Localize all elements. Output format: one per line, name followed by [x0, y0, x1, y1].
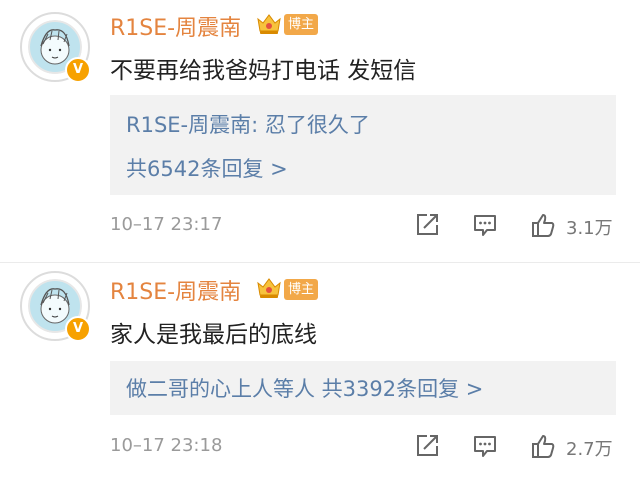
crown-icon — [257, 278, 281, 298]
share-square-icon[interactable] — [414, 212, 440, 238]
thumbs-up-icon[interactable] — [530, 433, 556, 459]
comment-time: 10–17 23:17 — [110, 214, 223, 235]
comment-time: 10–17 23:18 — [110, 435, 223, 456]
comment-text: 家人是我最后的底线 — [110, 322, 317, 348]
reply-box[interactable]: 做二哥的心上人等人 共3392条回复 > — [110, 361, 616, 415]
comment-bubble-icon[interactable] — [472, 212, 498, 238]
comment-bubble-icon[interactable] — [472, 433, 498, 459]
avatar[interactable]: V — [20, 12, 91, 83]
like-count: 2.7万 — [566, 439, 613, 460]
comment-item: V R1SE-周震南 博主 家人是我最后的底线 做二哥的心上人等人 共3392条… — [0, 262, 640, 482]
reply-count-link[interactable]: 做二哥的心上人等人 共3392条回复 > — [126, 373, 483, 403]
share-square-icon[interactable] — [414, 433, 440, 459]
reply-count-link[interactable]: 共6542条回复 > — [126, 153, 288, 183]
author-tag: 博主 — [284, 14, 319, 35]
verified-v-icon: V — [65, 316, 91, 342]
username-link[interactable]: R1SE-周震南 — [110, 10, 241, 42]
comment-text: 不要再给我爸妈打电话 发短信 — [110, 58, 417, 84]
thumbs-up-icon[interactable] — [530, 212, 556, 238]
username-link[interactable]: R1SE-周震南 — [110, 274, 241, 306]
reply-preview[interactable]: R1SE-周震南: 忍了很久了 — [126, 109, 370, 139]
avatar[interactable]: V — [20, 271, 91, 342]
author-tag: 博主 — [284, 279, 319, 300]
like-count: 3.1万 — [566, 218, 613, 239]
crown-icon — [257, 14, 281, 34]
comment-item: V R1SE-周震南 博主 不要再给我爸妈打电话 发短信 R1SE-周震南: 忍… — [0, 0, 640, 262]
verified-v-icon: V — [65, 57, 91, 83]
reply-box[interactable]: R1SE-周震南: 忍了很久了 共6542条回复 > — [110, 95, 616, 195]
